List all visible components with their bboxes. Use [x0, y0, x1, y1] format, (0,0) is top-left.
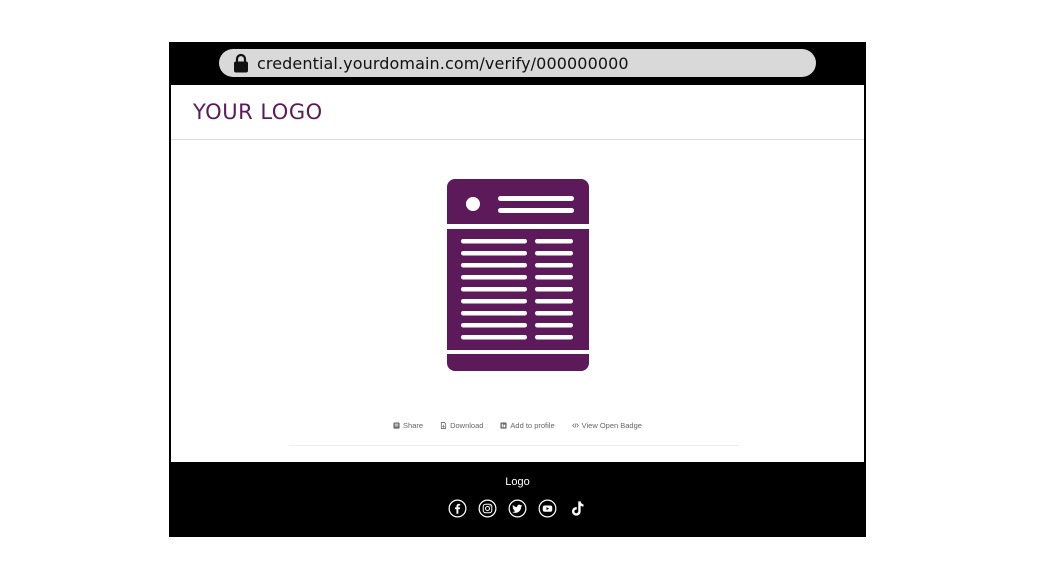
- footer-logo: Logo: [505, 476, 530, 488]
- download-icon: [440, 422, 447, 429]
- download-label: Download: [450, 421, 484, 430]
- share-icon: [393, 422, 400, 429]
- profile-icon: [500, 422, 507, 429]
- site-footer: Logo: [169, 462, 866, 537]
- add-to-profile-button[interactable]: Add to profile: [500, 421, 555, 430]
- lock-icon: [234, 53, 248, 73]
- instagram-icon[interactable]: [478, 499, 497, 518]
- address-bar[interactable]: credential.yourdomain.com/verify/0000000…: [219, 49, 816, 77]
- site-logo[interactable]: YOUR LOGO: [193, 100, 323, 124]
- credential-actions: Share Download Add to profile View Open …: [171, 421, 864, 430]
- youtube-icon[interactable]: [538, 499, 557, 518]
- credential-badge-image: [447, 179, 589, 371]
- browser-window: credential.yourdomain.com/verify/0000000…: [169, 42, 866, 537]
- view-open-badge-label: View Open Badge: [581, 421, 642, 430]
- credential-page: YOUR LOGO Share Download Add to profile …: [171, 85, 864, 462]
- view-open-badge-button[interactable]: View Open Badge: [571, 421, 642, 430]
- divider: [289, 445, 739, 446]
- code-icon: [571, 423, 579, 428]
- site-header: YOUR LOGO: [171, 85, 864, 140]
- social-links: [169, 499, 866, 518]
- address-url: credential.yourdomain.com/verify/0000000…: [257, 53, 629, 73]
- share-button[interactable]: Share: [393, 421, 423, 430]
- add-to-profile-label: Add to profile: [510, 421, 555, 430]
- facebook-icon[interactable]: [448, 499, 467, 518]
- share-label: Share: [403, 421, 424, 430]
- download-button[interactable]: Download: [440, 421, 483, 430]
- tiktok-icon[interactable]: [568, 499, 587, 518]
- twitter-icon[interactable]: [508, 499, 527, 518]
